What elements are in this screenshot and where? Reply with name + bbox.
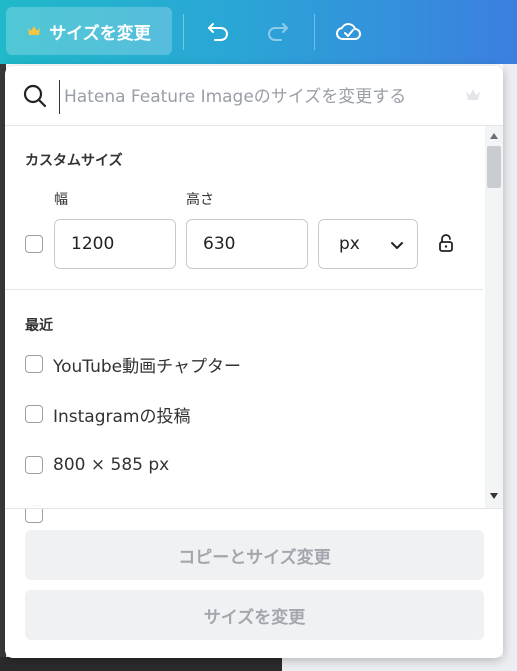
resize-panel: カスタムサイズ 幅 高さ 1200 630 px 最近 YouTube動画チャプ… — [5, 66, 503, 658]
copy-and-resize-label: コピーとサイズ変更 — [178, 547, 331, 568]
resize-submit-label: サイズを変更 — [203, 607, 306, 628]
chevron-down-icon — [391, 242, 403, 249]
section-divider — [5, 289, 483, 290]
scroll-down-icon[interactable] — [489, 492, 499, 500]
cloud-saved-icon[interactable] — [335, 17, 363, 45]
width-label: 幅 — [54, 192, 68, 208]
recent-item-checkbox[interactable] — [25, 355, 43, 373]
unit-value: px — [339, 234, 360, 254]
lock-icon[interactable] — [438, 233, 454, 253]
search-input[interactable] — [59, 80, 456, 114]
list-item-label: Instagramの投稿 — [53, 406, 191, 427]
scrollbar[interactable] — [485, 126, 503, 508]
search-icon — [23, 84, 47, 108]
toolbar-divider — [183, 14, 184, 50]
resize-button[interactable]: サイズを変更 — [6, 7, 172, 55]
height-value: 630 — [203, 234, 236, 254]
editor-background — [282, 657, 517, 671]
width-field[interactable]: 1200 — [54, 219, 176, 269]
custom-size-title: カスタムサイズ — [25, 153, 123, 169]
list-item[interactable]: Instagramの投稿 — [25, 402, 191, 427]
height-label: 高さ — [186, 192, 214, 208]
scrollbar-thumb[interactable] — [487, 146, 501, 188]
resize-button-label: サイズを変更 — [49, 23, 151, 44]
copy-and-resize-button[interactable]: コピーとサイズ変更 — [25, 530, 484, 580]
crown-icon — [28, 26, 41, 35]
panel-footer: コピーとサイズ変更 サイズを変更 — [5, 508, 503, 658]
resize-submit-button[interactable]: サイズを変更 — [25, 590, 484, 640]
scroll-fade — [5, 491, 483, 509]
undo-icon[interactable] — [205, 17, 233, 45]
recent-item-checkbox[interactable] — [25, 405, 43, 423]
editor-background — [503, 64, 517, 671]
search-bar — [5, 66, 503, 126]
crown-icon — [466, 89, 480, 100]
scroll-up-icon[interactable] — [489, 132, 499, 140]
custom-size-checkbox[interactable] — [25, 235, 43, 253]
recent-item-checkbox[interactable] — [25, 456, 43, 474]
redo-icon[interactable] — [263, 17, 291, 45]
toolbar-divider — [314, 14, 315, 50]
editor-background — [0, 657, 282, 671]
recent-title: 最近 — [25, 318, 53, 334]
width-value: 1200 — [71, 234, 115, 254]
list-item-label: 800 × 585 px — [53, 455, 170, 475]
list-item[interactable]: 800 × 585 px — [25, 453, 169, 477]
top-toolbar: サイズを変更 — [0, 0, 517, 64]
height-field[interactable]: 630 — [186, 219, 308, 269]
list-item-label: YouTube動画チャプター — [53, 356, 241, 377]
list-item[interactable]: YouTube動画チャプター — [25, 352, 241, 377]
unit-select[interactable]: px — [318, 219, 418, 269]
